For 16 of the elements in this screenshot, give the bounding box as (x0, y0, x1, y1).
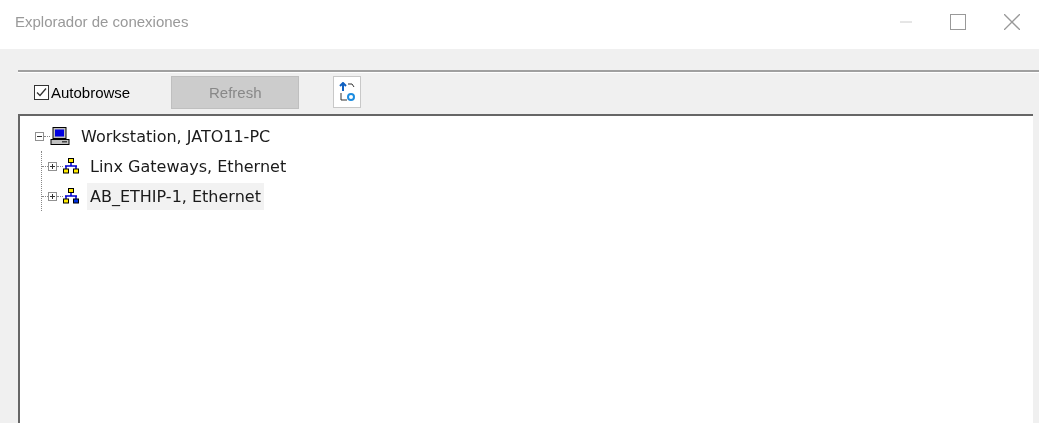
checkbox[interactable] (34, 84, 49, 100)
checkbox-label[interactable]: Autobrowse (51, 83, 131, 101)
collapse-icon[interactable] (35, 131, 44, 141)
close-icon[interactable] (1004, 13, 1020, 30)
upload-sync-icon (338, 82, 357, 102)
tree-item[interactable]: Workstation, JATO11-PC (78, 122, 274, 150)
window-title: Explorador de conexiones (15, 13, 189, 30)
network-icon (63, 188, 79, 204)
computer-icon (50, 127, 70, 145)
tree-item[interactable]: AB_ETHIP-1, Ethernet (87, 182, 264, 210)
tree-item[interactable]: Linx Gateways, Ethernet (87, 152, 290, 180)
expand-icon[interactable] (48, 161, 57, 171)
network-icon (63, 158, 79, 174)
maximize-icon[interactable] (950, 13, 966, 30)
expand-icon[interactable] (48, 191, 57, 201)
upload-refresh-button[interactable] (333, 76, 362, 108)
